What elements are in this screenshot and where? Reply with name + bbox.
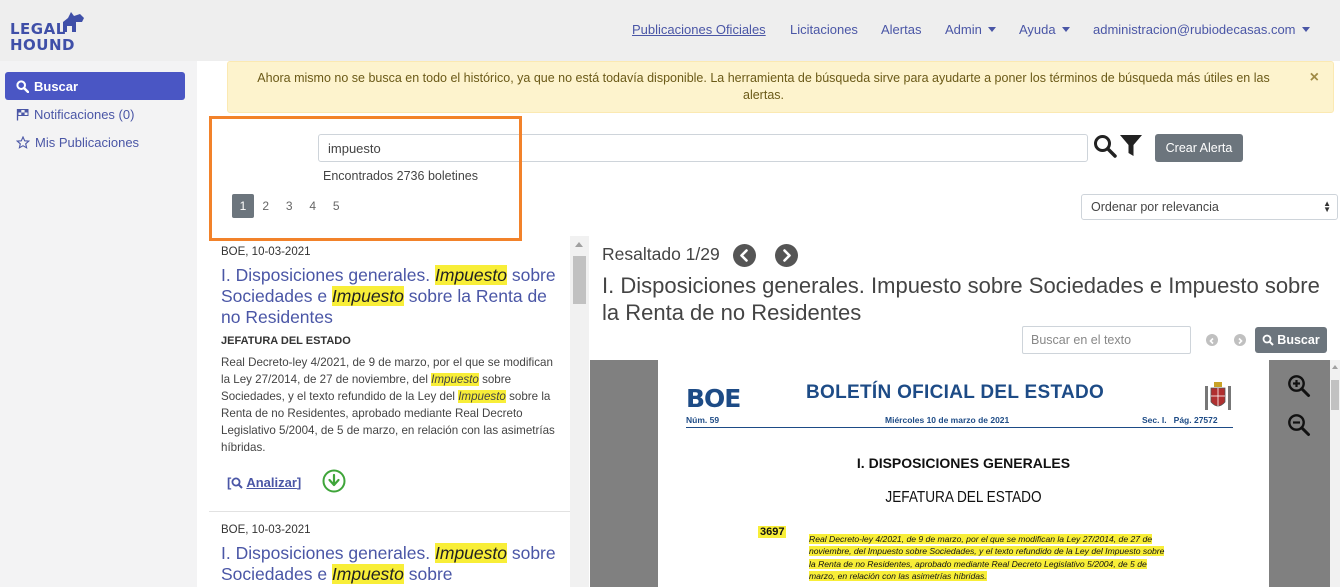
title-text: I. Disposiciones generales.: [221, 543, 435, 563]
zoom-out-button[interactable]: [1287, 413, 1311, 442]
filter-icon: [1120, 135, 1142, 156]
coat-of-arms-icon: [1205, 382, 1231, 410]
highlight-counter: Resaltado 1/29: [602, 244, 720, 264]
text-search-button-label: Buscar: [1277, 333, 1320, 347]
results-list: BOE, 10-03-2021 I. Disposiciones general…: [209, 236, 570, 587]
nav-admin-label: Admin: [945, 22, 982, 37]
chevron-down-icon: [1061, 27, 1070, 32]
nav-licitaciones[interactable]: Licitaciones: [790, 22, 858, 37]
search-button[interactable]: [1093, 134, 1117, 163]
chevron-right-icon: [1238, 337, 1243, 345]
search-icon: [16, 79, 29, 93]
sidebar-item-notificaciones[interactable]: Notificaciones (0): [5, 100, 185, 128]
nav-admin-dropdown[interactable]: Admin: [945, 22, 996, 37]
result-department: JEFATURA DEL ESTADO: [221, 335, 351, 347]
text-search-button[interactable]: Buscar: [1255, 327, 1327, 353]
nav-publicaciones[interactable]: Publicaciones Oficiales: [632, 22, 766, 37]
result-title[interactable]: I. Disposiciones generales. Impuesto sob…: [221, 265, 561, 328]
chevron-left-icon: [1209, 337, 1214, 345]
scroll-up-icon[interactable]: [1332, 365, 1338, 369]
pdf-number: Núm. 59: [686, 415, 720, 425]
nav-alertas[interactable]: Alertas: [881, 22, 921, 37]
chevron-left-icon: [740, 249, 748, 262]
result-source: BOE, 10-03-2021: [221, 246, 311, 258]
nav-ayuda-label: Ayuda: [1019, 22, 1056, 37]
download-circle-icon: [322, 469, 346, 493]
chevron-down-icon: [1301, 27, 1310, 32]
zoom-in-button[interactable]: [1287, 374, 1311, 403]
pdf-scrollbar[interactable]: [1330, 360, 1340, 587]
text-search-input[interactable]: Buscar en el texto: [1022, 326, 1191, 354]
analyze-link[interactable]: [ Analizar ]: [227, 475, 301, 490]
pdf-text-content: Real Decreto-ley 4/2021, de 9 de marzo, …: [809, 534, 1165, 581]
chevron-down-icon: [987, 27, 996, 32]
pdf-divider: [686, 427, 1233, 428]
alert-text: Ahora mismo no se busca en todo el histó…: [257, 71, 1270, 102]
create-alert-button[interactable]: Crear Alerta: [1155, 134, 1243, 162]
divider: [209, 511, 570, 512]
top-navbar: LEGAL HOUND Publicaciones Oficiales Lici…: [0, 0, 1340, 61]
result-title[interactable]: I. Disposiciones generales. Impuesto sob…: [221, 543, 561, 585]
result-source: BOE, 10-03-2021: [221, 524, 311, 536]
pdf-page: BOE BOLETÍN OFICIAL DEL ESTADO Núm. 59 M…: [658, 360, 1269, 587]
close-icon[interactable]: ×: [1310, 69, 1319, 86]
title-text: I. Disposiciones generales.: [221, 265, 435, 285]
zoom-out-icon: [1288, 414, 1310, 436]
nav-ayuda-dropdown[interactable]: Ayuda: [1019, 22, 1070, 37]
pdf-viewer: BOE BOLETÍN OFICIAL DEL ESTADO Núm. 59 M…: [590, 360, 1340, 587]
select-arrows-icon: ▲ ▼: [1323, 199, 1331, 214]
sidebar-item-label: Buscar: [34, 78, 79, 94]
scroll-up-icon[interactable]: [575, 242, 583, 247]
summary-highlight: Impuesto: [431, 373, 479, 386]
sidebar-item-label: Mis Publicaciones: [35, 134, 140, 150]
sidebar: Buscar Notificaciones (0) Mis Publicacio…: [0, 61, 197, 587]
zoom-in-icon: [1288, 375, 1310, 397]
next-match-button[interactable]: [1234, 334, 1246, 346]
prev-match-button[interactable]: [1206, 334, 1218, 346]
chevron-right-icon: [783, 249, 791, 262]
pdf-header: BOLETÍN OFICIAL DEL ESTADO: [806, 382, 1105, 403]
search-icon: [1262, 334, 1275, 346]
title-highlight: Impuesto: [435, 265, 507, 285]
info-alert: Ahora mismo no se busca en todo el histó…: [227, 61, 1334, 113]
sidebar-item-buscar[interactable]: Buscar: [5, 72, 185, 100]
summary-highlight: Impuesto: [458, 390, 506, 403]
title-highlight: Impuesto: [435, 543, 507, 563]
sidebar-item-label: Notificaciones (0): [34, 106, 135, 122]
title-text: sobre: [403, 564, 453, 584]
analyze-label: Analizar: [246, 475, 297, 490]
result-summary: Real Decreto-ley 4/2021, de 9 de marzo, …: [221, 354, 559, 456]
download-button[interactable]: [322, 469, 346, 498]
star-icon: [16, 135, 30, 149]
results-scrollbar[interactable]: [570, 236, 589, 587]
pdf-department: JEFATURA DEL ESTADO: [885, 489, 1042, 506]
nav-user-label: administracion@rubiodecasas.com: [1093, 22, 1296, 37]
pdf-section-page: Sec. I. Pág. 27572: [1142, 415, 1218, 425]
sort-select-value: Ordenar por relevancia: [1091, 200, 1219, 214]
pdf-entry-number: 3697: [758, 526, 787, 538]
search-icon: [231, 477, 244, 489]
sort-select[interactable]: Ordenar por relevancia ▲ ▼: [1081, 194, 1338, 220]
boe-logo: BOE: [686, 384, 741, 413]
title-highlight: Impuesto: [331, 564, 404, 584]
filter-button[interactable]: [1119, 134, 1143, 163]
flag-icon: [16, 108, 29, 120]
scrollbar-thumb[interactable]: [1331, 380, 1339, 410]
search-icon: [1094, 135, 1117, 158]
nav-user-dropdown[interactable]: administracion@rubiodecasas.com: [1093, 22, 1310, 37]
document-title: I. Disposiciones generales. Impuesto sob…: [602, 273, 1320, 325]
callout-highlight-box: [209, 116, 522, 241]
pdf-section-title: I. DISPOSICIONES GENERALES: [856, 455, 1071, 471]
pdf-highlighted-text: Real Decreto-ley 4/2021, de 9 de marzo, …: [809, 533, 1165, 582]
sidebar-item-mis-publicaciones[interactable]: Mis Publicaciones: [5, 128, 185, 156]
pdf-date: Miércoles 10 de marzo de 2021: [885, 415, 1010, 425]
prev-highlight-button[interactable]: [733, 244, 756, 267]
next-highlight-button[interactable]: [775, 244, 798, 267]
bracket-close: ]: [296, 475, 302, 490]
scrollbar-thumb[interactable]: [573, 256, 586, 304]
title-highlight: Impuesto: [331, 286, 404, 306]
